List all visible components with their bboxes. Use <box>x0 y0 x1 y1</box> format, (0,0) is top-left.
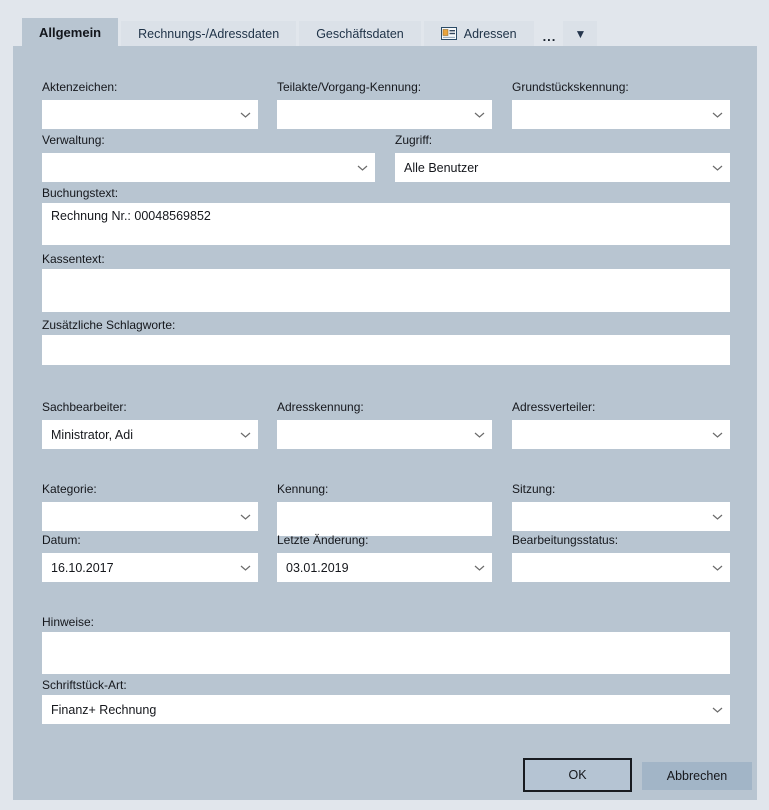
kassentext-label: Kassentext: <box>42 251 730 267</box>
kategorie-combobox[interactable] <box>42 502 258 531</box>
chevron-down-icon <box>232 432 258 438</box>
buchungstext-value: Rechnung Nr.: 00048569852 <box>42 203 730 223</box>
ok-button-label: OK <box>568 768 586 782</box>
abbrechen-button-label: Abbrechen <box>667 769 727 783</box>
tab-strip: Allgemein Rechnungs-/Adressdaten Geschäf… <box>22 18 597 46</box>
dropdown-arrow-icon: ▼ <box>574 28 586 40</box>
zugriff-value: Alle Benutzer <box>395 161 704 175</box>
teilakte-combobox[interactable] <box>277 100 492 129</box>
schriftstueck-art-value: Finanz+ Rechnung <box>42 703 704 717</box>
letzte-aenderung-value: 03.01.2019 <box>277 561 466 575</box>
zugriff-combobox[interactable]: Alle Benutzer <box>395 153 730 182</box>
schlagworte-label: Zusätzliche Schlagworte: <box>42 317 730 333</box>
buchungstext-textarea[interactable]: Rechnung Nr.: 00048569852 <box>42 203 730 245</box>
chevron-down-icon <box>704 432 730 438</box>
bearbeitungsstatus-label: Bearbeitungsstatus: <box>512 532 730 548</box>
chevron-down-icon <box>232 514 258 520</box>
sitzung-label: Sitzung: <box>512 481 730 497</box>
verwaltung-combobox[interactable] <box>42 153 375 182</box>
tab-overflow-ellipsis: ... <box>537 19 561 46</box>
sachbearbeiter-value: Ministrator, Adi <box>42 428 232 442</box>
sitzung-combobox[interactable] <box>512 502 730 531</box>
adressverteiler-combobox[interactable] <box>512 420 730 449</box>
tab-rechnungs-adressdaten[interactable]: Rechnungs-/Adressdaten <box>121 21 296 46</box>
chevron-down-icon <box>704 565 730 571</box>
grundstueckskennung-label: Grundstückskennung: <box>512 79 730 95</box>
hinweise-textarea[interactable] <box>42 632 730 674</box>
tab-adressen[interactable]: Adressen <box>424 21 534 46</box>
adressverteiler-label: Adressverteiler: <box>512 399 730 415</box>
bearbeitungsstatus-combobox[interactable] <box>512 553 730 582</box>
chevron-down-icon <box>466 432 492 438</box>
letzte-aenderung-combobox[interactable]: 03.01.2019 <box>277 553 492 582</box>
tab-adressen-label: Adressen <box>464 27 517 41</box>
chevron-down-icon <box>704 707 730 713</box>
datum-combobox[interactable]: 16.10.2017 <box>42 553 258 582</box>
allgemein-tab-panel: Aktenzeichen: Teilakte/Vorgang-Kennung: … <box>13 46 757 800</box>
hinweise-label: Hinweise: <box>42 614 730 630</box>
chevron-down-icon <box>704 165 730 171</box>
abbrechen-button[interactable]: Abbrechen <box>642 762 752 790</box>
hinweise-value <box>42 632 730 638</box>
grundstueckskennung-combobox[interactable] <box>512 100 730 129</box>
ok-button[interactable]: OK <box>523 758 632 792</box>
teilakte-label: Teilakte/Vorgang-Kennung: <box>277 79 492 95</box>
chevron-down-icon <box>232 112 258 118</box>
adresskennung-combobox[interactable] <box>277 420 492 449</box>
schriftstueck-art-combobox[interactable]: Finanz+ Rechnung <box>42 695 730 724</box>
address-card-icon <box>441 27 457 40</box>
verwaltung-label: Verwaltung: <box>42 132 375 148</box>
kassentext-textarea[interactable] <box>42 269 730 312</box>
chevron-down-icon <box>704 112 730 118</box>
chevron-down-icon <box>349 165 375 171</box>
kennung-input[interactable] <box>277 502 492 536</box>
tab-geschaeftsdaten-label: Geschäftsdaten <box>316 27 404 41</box>
aktenzeichen-combobox[interactable] <box>42 100 258 129</box>
kategorie-label: Kategorie: <box>42 481 258 497</box>
sachbearbeiter-label: Sachbearbeiter: <box>42 399 258 415</box>
chevron-down-icon <box>466 565 492 571</box>
kennung-value <box>277 502 492 508</box>
tab-list-dropdown-button[interactable]: ▼ <box>563 21 597 46</box>
letzte-aenderung-label: Letzte Änderung: <box>277 532 492 548</box>
schlagworte-textarea[interactable] <box>42 335 730 365</box>
chevron-down-icon <box>704 514 730 520</box>
chevron-down-icon <box>232 565 258 571</box>
tab-allgemein[interactable]: Allgemein <box>22 18 118 46</box>
kassentext-value <box>42 269 730 275</box>
aktenzeichen-label: Aktenzeichen: <box>42 79 258 95</box>
zugriff-label: Zugriff: <box>395 132 730 148</box>
datum-value: 16.10.2017 <box>42 561 232 575</box>
sachbearbeiter-combobox[interactable]: Ministrator, Adi <box>42 420 258 449</box>
adresskennung-label: Adresskennung: <box>277 399 492 415</box>
buchungstext-label: Buchungstext: <box>42 185 730 201</box>
schriftstueck-art-label: Schriftstück-Art: <box>42 677 730 693</box>
chevron-down-icon <box>466 112 492 118</box>
tab-geschaeftsdaten[interactable]: Geschäftsdaten <box>299 21 421 46</box>
datum-label: Datum: <box>42 532 258 548</box>
tab-rechnungs-adressdaten-label: Rechnungs-/Adressdaten <box>138 27 279 41</box>
schlagworte-value <box>42 335 730 341</box>
tab-allgemein-label: Allgemein <box>39 25 101 40</box>
kennung-label: Kennung: <box>277 481 492 497</box>
